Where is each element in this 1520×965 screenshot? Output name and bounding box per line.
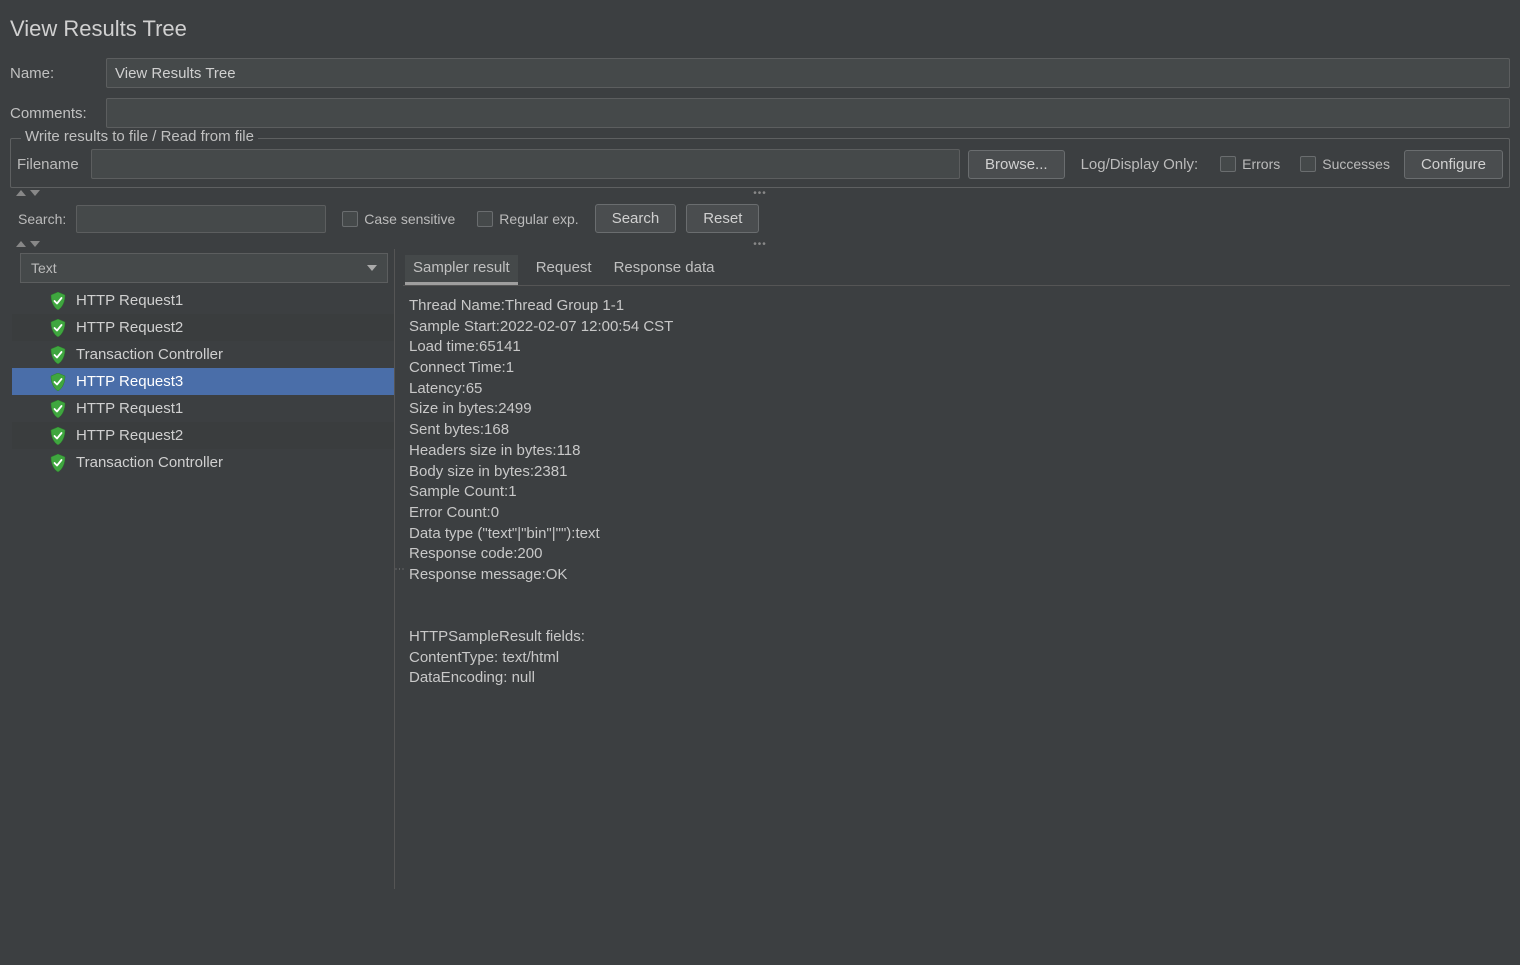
errors-label: Errors [1242, 156, 1280, 172]
name-label: Name: [10, 65, 106, 82]
tree-item[interactable]: Transaction Controller [12, 341, 394, 368]
shield-check-icon [50, 373, 66, 391]
splitter-bar-1[interactable] [10, 188, 1510, 198]
results-tree[interactable]: HTTP Request1 HTTP Request2 Transaction … [12, 287, 394, 889]
case-checkbox[interactable] [342, 211, 358, 227]
tree-item[interactable]: Transaction Controller [12, 449, 394, 476]
comments-label: Comments: [10, 105, 106, 122]
filename-label: Filename [17, 156, 79, 173]
filename-input[interactable] [91, 149, 960, 179]
shield-check-icon [50, 427, 66, 445]
tree-item[interactable]: HTTP Request3 [12, 368, 394, 395]
shield-check-icon [50, 319, 66, 337]
regex-checkbox-wrap[interactable]: Regular exp. [477, 211, 578, 227]
splitter-bar-2[interactable] [10, 239, 1510, 249]
file-legend: Write results to file / Read from file [21, 128, 258, 145]
successes-checkbox-wrap[interactable]: Successes [1300, 156, 1390, 172]
tree-item-label: HTTP Request3 [76, 373, 183, 390]
tree-item-label: HTTP Request2 [76, 319, 183, 336]
shield-check-icon [50, 454, 66, 472]
regex-checkbox[interactable] [477, 211, 493, 227]
tree-item-label: Transaction Controller [76, 454, 223, 471]
grip-icon: ⋮ [394, 564, 405, 575]
shield-check-icon [50, 400, 66, 418]
search-button[interactable]: Search [595, 204, 677, 233]
errors-checkbox[interactable] [1220, 156, 1236, 172]
chevron-down-icon [367, 265, 377, 271]
tree-item-label: HTTP Request1 [76, 292, 183, 309]
sampler-details: Thread Name:Thread Group 1-1 Sample Star… [403, 286, 1510, 699]
search-input[interactable] [76, 205, 326, 233]
tree-item-label: Transaction Controller [76, 346, 223, 363]
successes-checkbox[interactable] [1300, 156, 1316, 172]
file-fieldset: Write results to file / Read from file F… [10, 138, 1510, 188]
browse-button[interactable]: Browse... [968, 150, 1065, 179]
renderer-dropdown-value: Text [31, 260, 57, 276]
page-title: View Results Tree [10, 16, 1510, 42]
regex-label: Regular exp. [499, 211, 578, 227]
errors-checkbox-wrap[interactable]: Errors [1220, 156, 1280, 172]
reset-button[interactable]: Reset [686, 204, 759, 233]
expand-down-icon-2[interactable] [30, 241, 40, 247]
shield-check-icon [50, 292, 66, 310]
tree-item[interactable]: HTTP Request1 [12, 395, 394, 422]
expand-up-icon[interactable] [16, 190, 26, 196]
vertical-splitter[interactable]: ⋮ [395, 249, 403, 889]
comments-input[interactable] [106, 98, 1510, 128]
tab-response-data[interactable]: Response data [610, 255, 719, 285]
case-checkbox-wrap[interactable]: Case sensitive [342, 211, 455, 227]
renderer-dropdown[interactable]: Text [20, 253, 388, 283]
tree-item[interactable]: HTTP Request2 [12, 422, 394, 449]
shield-check-icon [50, 346, 66, 364]
search-label: Search: [18, 211, 66, 227]
name-input[interactable] [106, 58, 1510, 88]
successes-label: Successes [1322, 156, 1390, 172]
tree-item[interactable]: HTTP Request1 [12, 287, 394, 314]
tree-item[interactable]: HTTP Request2 [12, 314, 394, 341]
configure-button[interactable]: Configure [1404, 150, 1503, 179]
expand-down-icon[interactable] [30, 190, 40, 196]
tab-request[interactable]: Request [532, 255, 596, 285]
tree-item-label: HTTP Request2 [76, 427, 183, 444]
tree-item-label: HTTP Request1 [76, 400, 183, 417]
expand-up-icon-2[interactable] [16, 241, 26, 247]
tab-sampler-result[interactable]: Sampler result [405, 255, 518, 285]
case-label: Case sensitive [364, 211, 455, 227]
logdisplay-label: Log/Display Only: [1081, 156, 1199, 173]
